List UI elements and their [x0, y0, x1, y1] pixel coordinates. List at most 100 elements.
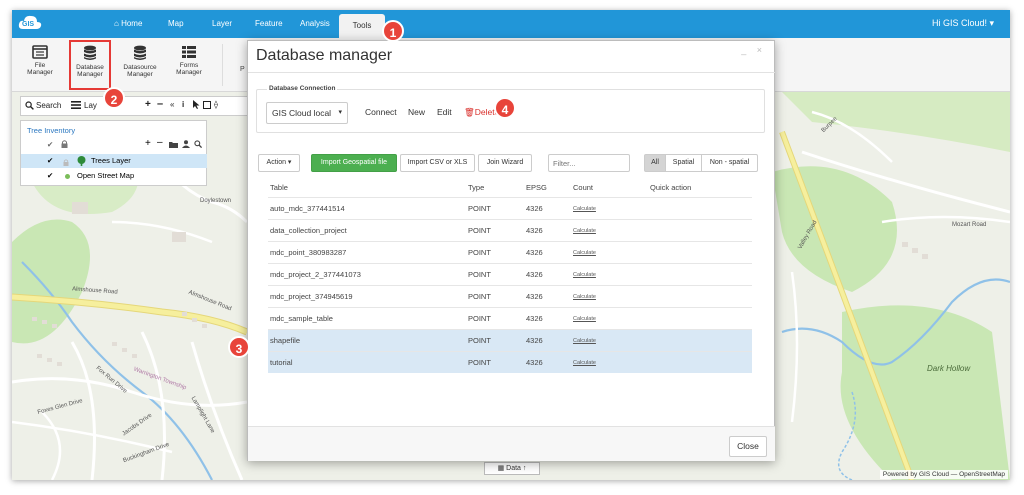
layer-label-osm[interactable]: Open Street Map	[77, 169, 134, 183]
gis-cloud-logo[interactable]: GIS	[18, 13, 42, 33]
layer-visible-check-icon[interactable]: ✔	[47, 169, 53, 183]
filter-input[interactable]	[548, 154, 630, 172]
table-row[interactable]: tutorial POINT 4326 Calculate	[268, 351, 752, 373]
import-csv-button[interactable]: Import CSV or XLS	[400, 154, 475, 172]
calculate-link[interactable]: Calculate	[573, 228, 596, 234]
cell-epsg: 4326	[526, 270, 543, 279]
cell-table-name: mdc_project_374945619	[270, 292, 353, 301]
collapse-icon[interactable]: «	[170, 100, 174, 109]
calculate-link[interactable]: Calculate	[573, 294, 596, 300]
tab-tools[interactable]: Tools	[339, 14, 385, 38]
calculate-link[interactable]: Calculate	[573, 338, 596, 344]
rectangle-select-icon[interactable]	[203, 101, 211, 111]
user-menu[interactable]: Hi GIS Cloud! ▾	[932, 10, 994, 38]
new-connection-button[interactable]: New	[408, 107, 425, 117]
tab-analysis[interactable]: Analysis	[300, 10, 330, 38]
import-geospatial-button[interactable]: Import Geospatial file	[311, 154, 397, 172]
col-table[interactable]: Table	[270, 183, 288, 192]
dialog-footer: Close	[248, 426, 775, 461]
col-count[interactable]: Count	[573, 183, 593, 192]
col-type[interactable]: Type	[468, 183, 484, 192]
table-row[interactable]: auto_mdc_377441514 POINT 4326 Calculate	[268, 197, 752, 219]
calculate-link[interactable]: Calculate	[573, 360, 596, 366]
ribbon-divider	[222, 44, 223, 86]
layers-label[interactable]: Lay	[84, 101, 97, 110]
database-connection-legend: Database Connection	[267, 85, 338, 92]
cell-table-name: auto_mdc_377441514	[270, 204, 345, 213]
tab-map[interactable]: Map	[168, 10, 184, 38]
table-row[interactable]: shapefile POINT 4326 Calculate	[268, 329, 752, 351]
add-layer-icon[interactable]: +	[145, 138, 151, 149]
database-select-value: GIS Cloud local	[272, 108, 332, 118]
calculate-link[interactable]: Calculate	[573, 316, 596, 322]
tab-feature[interactable]: Feature	[255, 10, 283, 38]
data-panel-toggle[interactable]: ▦ Data ↑	[484, 462, 540, 475]
map-attribution[interactable]: Powered by GIS Cloud — OpenStreetMap	[879, 470, 1008, 479]
col-quick-action: Quick action	[650, 183, 692, 192]
col-epsg[interactable]: EPSG	[526, 183, 547, 192]
tree-panel-title[interactable]: Tree Inventory	[27, 126, 75, 135]
forms-manager-button[interactable]: Forms Manager	[167, 41, 211, 89]
dialog-title: Database manager	[256, 47, 393, 64]
app-window: GIS ⌂ Home Map Layer Feature Analysis To…	[12, 10, 1010, 480]
datasource-manager-label-2: Manager	[127, 71, 153, 78]
layer-label-trees[interactable]: Trees Layer	[91, 154, 131, 168]
table-row[interactable]: mdc_point_380983287 POINT 4326 Calculate	[268, 241, 752, 263]
calculate-link[interactable]: Calculate	[573, 272, 596, 278]
zoom-layer-icon[interactable]	[194, 140, 203, 150]
cell-type: POINT	[468, 226, 491, 235]
lock-icon[interactable]	[61, 140, 68, 150]
pointer-icon[interactable]	[193, 100, 200, 111]
search-label[interactable]: Search	[36, 101, 61, 110]
cell-epsg: 4326	[526, 292, 543, 301]
filter-all-tab[interactable]: All	[644, 154, 666, 172]
cell-type: POINT	[468, 314, 491, 323]
forms-manager-label-2: Manager	[176, 69, 202, 76]
layer-row-trees[interactable]: ✔ Trees Layer	[21, 154, 207, 168]
trash-icon: 🗑	[464, 107, 475, 117]
info-icon[interactable]: i	[182, 100, 184, 109]
close-button[interactable]: Close	[729, 436, 767, 457]
tab-home[interactable]: ⌂ Home	[114, 10, 142, 38]
tab-layer[interactable]: Layer	[212, 10, 232, 38]
top-navigation-bar: GIS ⌂ Home Map Layer Feature Analysis To…	[12, 10, 1010, 38]
calculate-link[interactable]: Calculate	[573, 250, 596, 256]
folder-icon[interactable]	[169, 141, 178, 150]
check-all-icon[interactable]: ✔	[47, 140, 53, 149]
table-row[interactable]: mdc_sample_table POINT 4326 Calculate	[268, 307, 752, 329]
datasource-manager-label-1: Datasource	[123, 64, 157, 71]
filter-nonspatial-tab[interactable]: Non - spatial	[701, 154, 758, 172]
zoom-out-icon[interactable]: –	[157, 98, 163, 110]
datasource-manager-button[interactable]: Datasource Manager	[118, 41, 162, 89]
cell-epsg: 4326	[526, 314, 543, 323]
database-select[interactable]: GIS Cloud local ▾	[266, 102, 348, 124]
join-wizard-button[interactable]: Join Wizard	[478, 154, 532, 172]
arrow-up-icon: ↑	[522, 465, 527, 472]
layer-visible-check-icon[interactable]: ✔	[47, 154, 53, 168]
layers-list-icon[interactable]	[71, 100, 81, 112]
file-manager-button[interactable]: File Manager	[18, 41, 62, 89]
measure-icon[interactable]: ⟠	[214, 100, 218, 109]
layer-row-osm[interactable]: ✔ Open Street Map	[21, 169, 207, 183]
cell-epsg: 4326	[526, 248, 543, 257]
table-row[interactable]: mdc_project_2_377441073 POINT 4326 Calculat…	[268, 263, 752, 285]
cell-type: POINT	[468, 204, 491, 213]
basemap-globe-icon	[65, 174, 70, 179]
chevron-down-icon: ▾	[338, 109, 342, 116]
edit-connection-button[interactable]: Edit	[437, 107, 452, 117]
dialog-window-controls[interactable]: _ ×	[741, 45, 766, 55]
remove-layer-icon[interactable]: –	[157, 137, 163, 148]
connect-button[interactable]: Connect	[365, 107, 397, 117]
map-label-mozart-road: Mozart Road	[952, 222, 987, 228]
zoom-in-icon[interactable]: +	[145, 99, 151, 110]
search-icon[interactable]	[25, 101, 34, 112]
tree-panel-tools: ✔ + –	[21, 137, 207, 153]
filter-spatial-tab[interactable]: Spatial	[665, 154, 702, 172]
action-dropdown[interactable]: Action ▾	[258, 154, 300, 172]
calculate-link[interactable]: Calculate	[573, 206, 596, 212]
user-icon[interactable]	[182, 140, 190, 150]
cell-epsg: 4326	[526, 204, 543, 213]
table-row[interactable]: mdc_project_374945619 POINT 4326 Calculate	[268, 285, 752, 307]
step-badge-2: 2	[103, 87, 125, 109]
table-row[interactable]: data_collection_project POINT 4326 Calculat…	[268, 219, 752, 241]
